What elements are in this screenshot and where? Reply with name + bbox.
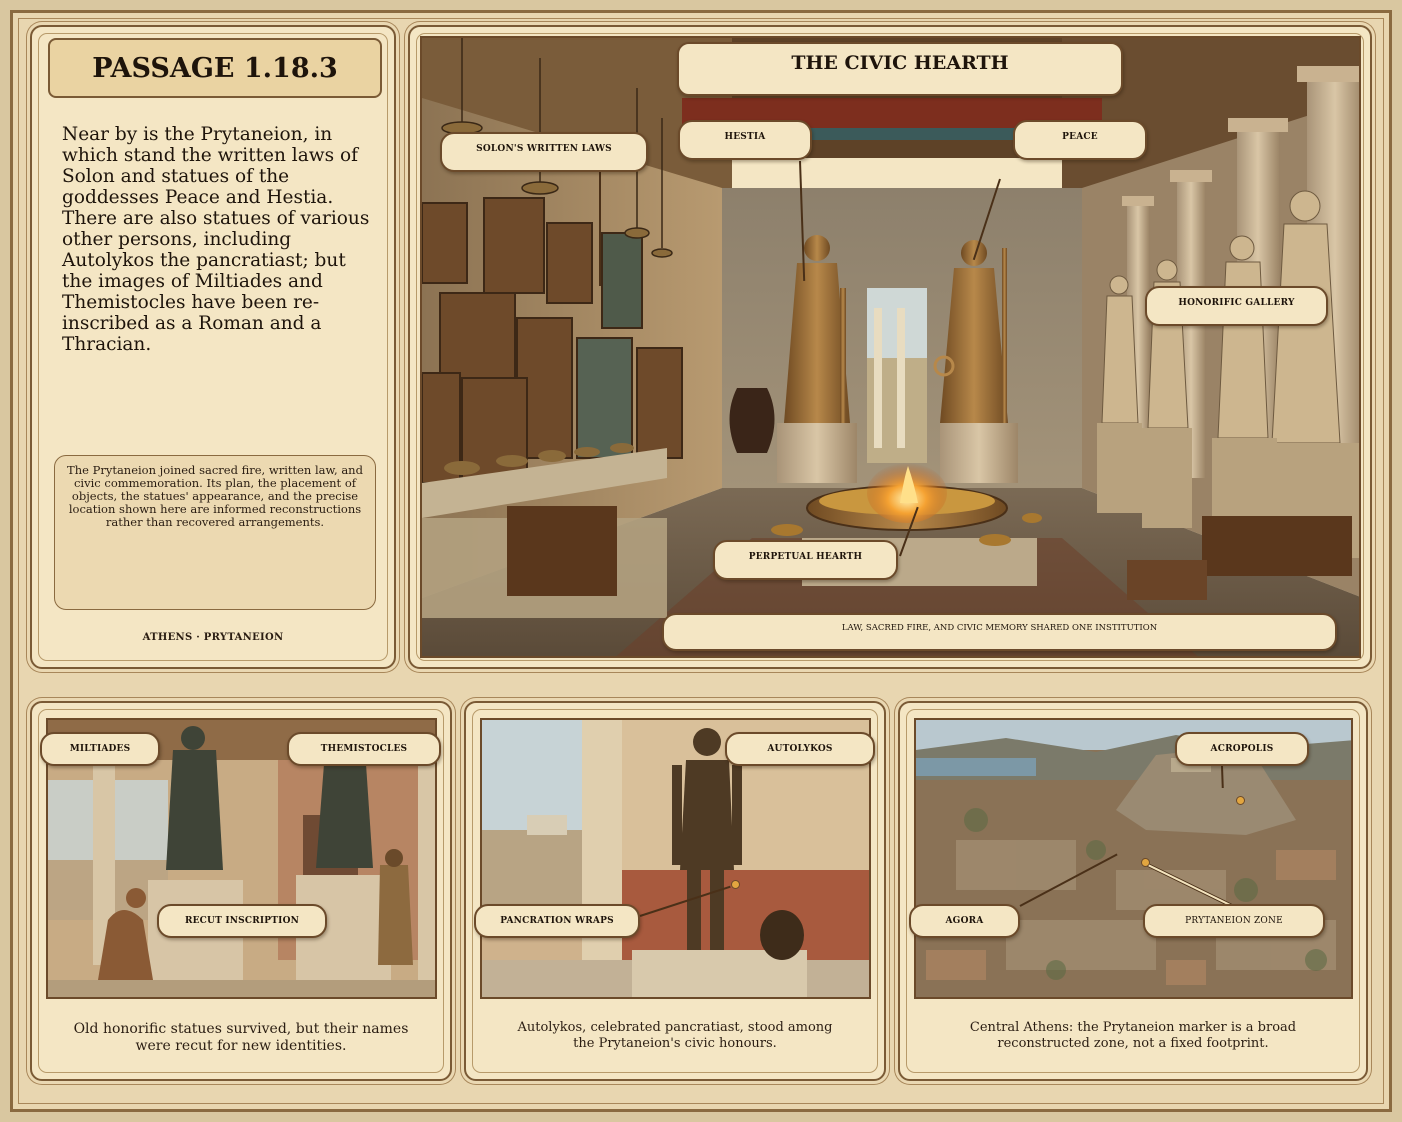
hearth-panel-caption-text: LAW, SACRED FIRE, AND CIVIC MEMORY SHARE… <box>841 623 1158 633</box>
label-miltiades-text: MILTIADES <box>69 744 131 754</box>
label-acropolis-text: ACROPOLIS <box>1210 744 1274 754</box>
civic-hearth-title: THE CIVIC HEARTH <box>677 42 1123 96</box>
label-perpetual-hearth: PERPETUAL HEARTH <box>713 540 898 580</box>
passage-card: PASSAGE 1.18.3 Near by is the Prytaneion… <box>30 25 396 669</box>
passage-text: Near by is the Prytaneion, in which stan… <box>62 124 370 355</box>
label-hestia: HESTIA <box>678 120 812 160</box>
label-prytaneion-zone-text: PRYTANEION ZONE <box>1185 916 1283 926</box>
reconstruction-note: The Prytaneion joined sacred fire, writt… <box>67 463 363 529</box>
label-hestia-text: HESTIA <box>724 132 766 142</box>
athens-map-caption: Central Athens: the Prytaneion marker is… <box>969 1020 1297 1051</box>
wraps-marker <box>731 880 740 889</box>
prytaneion-marker <box>1141 858 1150 867</box>
location-footer: ATHENS · PRYTANEION <box>142 632 284 643</box>
autolykos-caption: Autolykos, celebrated pancratiast, stood… <box>517 1020 833 1051</box>
reconstruction-note-box: The Prytaneion joined sacred fire, writt… <box>54 455 376 610</box>
label-agora-text: AGORA <box>945 916 984 926</box>
label-pancration-wraps-text: PANCRATION WRAPS <box>500 916 614 926</box>
label-honorific-gallery-text: HONORIFIC GALLERY <box>1178 298 1295 308</box>
label-honorific-gallery: HONORIFIC GALLERY <box>1145 286 1328 326</box>
label-solons-laws-text: SOLON'S WRITTEN LAWS <box>476 144 612 154</box>
label-prytaneion-zone: PRYTANEION ZONE <box>1143 904 1325 938</box>
label-recut-inscription: RECUT INSCRIPTION <box>157 904 327 938</box>
label-acropolis: ACROPOLIS <box>1175 732 1309 766</box>
civic-hearth-title-text: THE CIVIC HEARTH <box>791 52 1009 74</box>
label-peace-text: PEACE <box>1062 132 1098 142</box>
hearth-panel-caption: LAW, SACRED FIRE, AND CIVIC MEMORY SHARE… <box>662 613 1337 651</box>
passage-title-box: PASSAGE 1.18.3 <box>48 38 382 98</box>
label-miltiades: MILTIADES <box>40 732 160 766</box>
label-themistocles: THEMISTOCLES <box>287 732 441 766</box>
label-pancration-wraps: PANCRATION WRAPS <box>474 904 640 938</box>
label-solons-laws: SOLON'S WRITTEN LAWS <box>440 132 648 172</box>
label-recut-inscription-text: RECUT INSCRIPTION <box>184 916 300 926</box>
recut-statues-caption: Old honorific statues survived, but thei… <box>73 1021 409 1054</box>
label-autolykos: AUTOLYKOS <box>725 732 875 766</box>
label-peace: PEACE <box>1013 120 1147 160</box>
label-agora: AGORA <box>909 904 1020 938</box>
label-autolykos-text: AUTOLYKOS <box>767 744 833 754</box>
acropolis-marker <box>1236 796 1245 805</box>
passage-title: PASSAGE 1.18.3 <box>92 52 338 84</box>
label-themistocles-text: THEMISTOCLES <box>320 744 408 754</box>
solon-leader-line <box>599 171 601 286</box>
label-perpetual-hearth-text: PERPETUAL HEARTH <box>748 552 863 562</box>
